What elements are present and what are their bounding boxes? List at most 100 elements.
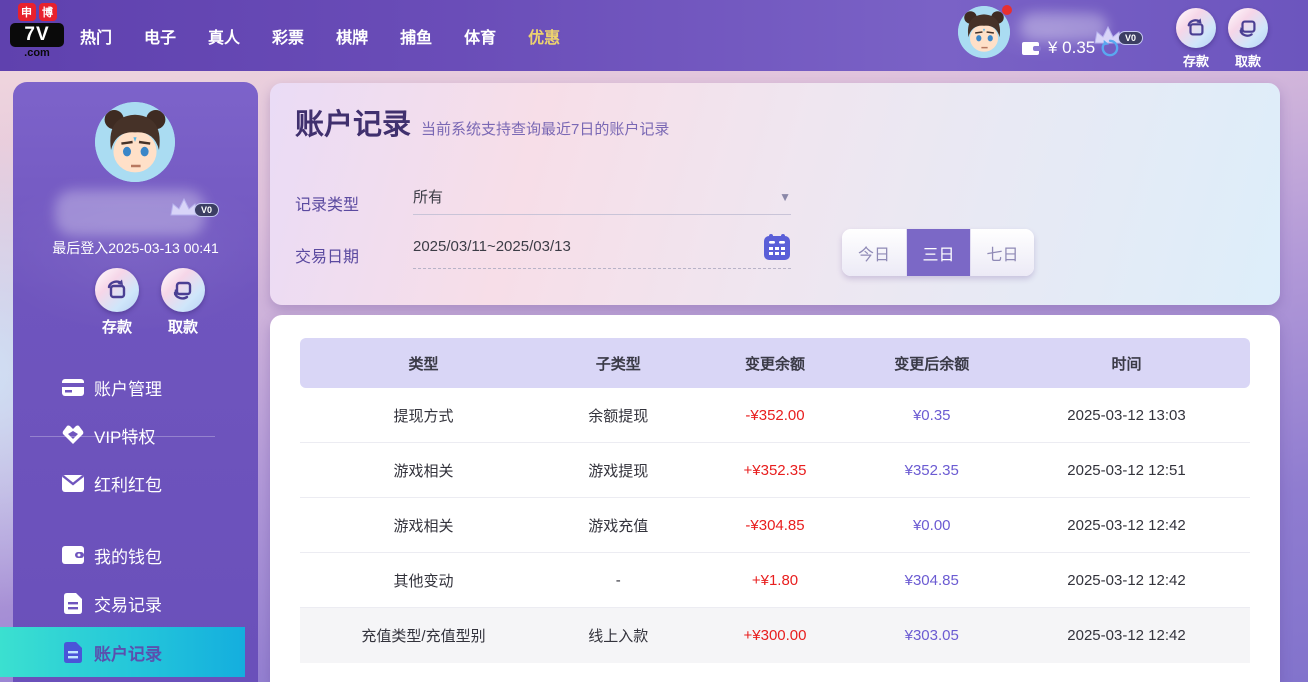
table-row: 充值类型/充值型别 线上入款 +¥300.00 ¥303.05 2025-03-… — [300, 608, 1250, 663]
cell-time: 2025-03-12 12:42 — [1003, 572, 1250, 589]
cell-change-amount: -¥352.00 — [690, 407, 861, 424]
nav-item-fishing[interactable]: 捕鱼 — [398, 20, 434, 52]
deposit-label: 存款 — [1170, 51, 1222, 70]
deposit-icon — [1176, 8, 1216, 48]
table-header: 类型 子类型 变更余额 变更后余额 时间 — [300, 338, 1250, 388]
balance-amount: ¥ 0.35 — [1048, 38, 1095, 58]
sidebar-item-account-management[interactable]: 账户管理 — [0, 363, 245, 411]
sidebar-avatar-image — [95, 102, 175, 182]
vip-badge: V0 — [1118, 31, 1143, 45]
nav-item-promo[interactable]: 优惠 — [526, 20, 562, 52]
record-type-select[interactable]: 所有 ▼ — [413, 179, 791, 215]
credit-card-icon — [62, 379, 84, 396]
date-range-input[interactable]: 2025/03/11~2025/03/13 — [413, 225, 791, 269]
cell-type: 游戏相关 — [300, 460, 547, 481]
sidebar-item-my-wallet[interactable]: 我的钱包 — [0, 531, 245, 579]
cell-subtype: 余额提现 — [547, 405, 690, 426]
withdraw-icon — [1228, 8, 1268, 48]
document-icon — [62, 642, 84, 663]
refresh-icon[interactable] — [1101, 39, 1119, 57]
logo-badge-shen: 申 — [18, 3, 36, 21]
nav-item-lottery[interactable]: 彩票 — [270, 20, 306, 52]
wallet-icon — [62, 546, 84, 564]
sidebar-item-account-records[interactable]: 账户记录 — [0, 627, 245, 677]
last-login-text: 最后登入2025-03-13 00:41 — [13, 238, 258, 258]
column-header-after: 变更后余额 — [861, 353, 1004, 374]
sidebar-item-label: VIP特权 — [94, 423, 155, 448]
sidebar-item-transaction-records[interactable]: 交易记录 — [0, 579, 245, 627]
sidebar-item-label: 交易记录 — [94, 591, 162, 616]
envelope-icon — [62, 475, 84, 492]
range-button-three-days[interactable]: 三日 — [906, 229, 970, 276]
nav-item-slots[interactable]: 电子 — [142, 20, 178, 52]
page-subtitle: 当前系统支持查询最近7日的账户记录 — [421, 118, 669, 139]
sidebar-item-bonus-redpacket[interactable]: 红利红包 — [0, 459, 245, 507]
sidebar-item-label: 账户记录 — [94, 640, 162, 665]
range-button-seven-days[interactable]: 七日 — [970, 229, 1034, 276]
table-row: 游戏相关 游戏充值 -¥304.85 ¥0.00 2025-03-12 12:4… — [300, 498, 1250, 553]
sidebar-deposit-button[interactable]: 存款 — [86, 268, 148, 337]
filter-panel: 账户记录 当前系统支持查询最近7日的账户记录 记录类型 所有 ▼ 交易日期 20… — [270, 83, 1280, 305]
top-navigation-bar: 申 博 7V .com 热门 电子 真人 彩票 棋牌 捕鱼 体育 优惠 — [0, 0, 1308, 71]
date-range-quick-buttons: 今日 三日 七日 — [842, 229, 1034, 276]
nav-item-hot[interactable]: 热门 — [78, 20, 114, 52]
cell-time: 2025-03-12 12:42 — [1003, 517, 1250, 534]
vip-gem-icon — [62, 425, 84, 445]
cell-type: 提现方式 — [300, 405, 547, 426]
table-row: 提现方式 余额提现 -¥352.00 ¥0.35 2025-03-12 13:0… — [300, 388, 1250, 443]
sidebar-divider — [30, 436, 215, 437]
document-icon — [62, 593, 84, 614]
cell-change-amount: +¥352.35 — [690, 462, 861, 479]
sidebar-vip-badge: V0 — [194, 203, 219, 217]
nav-item-cards[interactable]: 棋牌 — [334, 20, 370, 52]
chevron-down-icon: ▼ — [779, 190, 791, 204]
sidebar-deposit-label: 存款 — [86, 316, 148, 337]
cell-time: 2025-03-12 12:51 — [1003, 462, 1250, 479]
record-type-label: 记录类型 — [295, 191, 359, 215]
cell-after-balance: ¥352.35 — [861, 462, 1004, 479]
column-header-subtype: 子类型 — [547, 353, 690, 374]
logo-badge-bo: 博 — [39, 3, 57, 21]
wallet-icon — [1022, 40, 1042, 56]
withdraw-button[interactable]: 取款 — [1222, 8, 1274, 70]
sidebar-item-label: 账户管理 — [94, 375, 162, 400]
withdraw-icon — [161, 268, 205, 312]
cell-after-balance: ¥0.35 — [861, 407, 1004, 424]
cell-subtype: 游戏提现 — [547, 460, 690, 481]
range-button-today[interactable]: 今日 — [842, 229, 906, 276]
cell-type: 其他变动 — [300, 570, 547, 591]
cell-after-balance: ¥304.85 — [861, 572, 1004, 589]
cell-type: 游戏相关 — [300, 515, 547, 536]
deposit-button[interactable]: 存款 — [1170, 8, 1222, 70]
date-range-label: 交易日期 — [295, 243, 359, 267]
cell-subtype: 游戏充值 — [547, 515, 690, 536]
cell-subtype: - — [547, 572, 690, 589]
calendar-icon[interactable] — [763, 233, 791, 261]
column-header-type: 类型 — [300, 353, 547, 374]
records-table-panel: 类型 子类型 变更余额 变更后余额 时间 提现方式 余额提现 -¥352.00 … — [270, 315, 1280, 682]
sidebar-item-vip-privileges[interactable]: VIP特权 — [0, 411, 245, 459]
cell-change-amount: -¥304.85 — [690, 517, 861, 534]
deposit-icon — [95, 268, 139, 312]
avatar[interactable] — [958, 6, 1010, 58]
balance-row: ¥ 0.35 — [1022, 38, 1119, 58]
date-range-value: 2025/03/11~2025/03/13 — [413, 238, 763, 255]
nav-item-live[interactable]: 真人 — [206, 20, 242, 52]
cell-after-balance: ¥0.00 — [861, 517, 1004, 534]
cell-time: 2025-03-12 13:03 — [1003, 407, 1250, 424]
sidebar-item-label: 我的钱包 — [94, 543, 162, 568]
site-logo[interactable]: 申 博 7V .com — [10, 3, 64, 59]
cell-change-amount: +¥300.00 — [690, 627, 861, 644]
cell-change-amount: +¥1.80 — [690, 572, 861, 589]
sidebar-withdraw-label: 取款 — [152, 316, 214, 337]
column-header-change: 变更余额 — [690, 353, 861, 374]
nav-item-sports[interactable]: 体育 — [462, 20, 498, 52]
cell-after-balance: ¥303.05 — [861, 627, 1004, 644]
cell-time: 2025-03-12 12:42 — [1003, 627, 1250, 644]
table-row: 游戏相关 游戏提现 +¥352.35 ¥352.35 2025-03-12 12… — [300, 443, 1250, 498]
sidebar-avatar[interactable] — [95, 102, 175, 182]
withdraw-label: 取款 — [1222, 51, 1274, 70]
sidebar-withdraw-button[interactable]: 取款 — [152, 268, 214, 337]
avatar-image — [958, 6, 1010, 58]
cell-type: 充值类型/充值型别 — [300, 625, 547, 646]
